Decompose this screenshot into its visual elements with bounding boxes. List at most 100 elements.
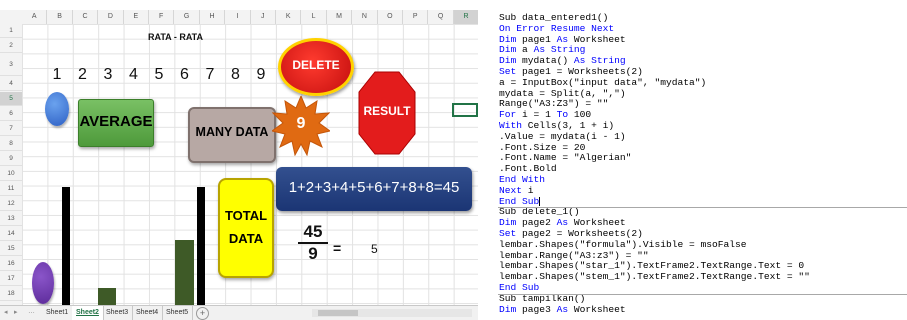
delete-button[interactable]: DELETE: [278, 38, 354, 96]
selected-cell[interactable]: [452, 103, 478, 117]
row-header[interactable]: 3: [0, 54, 22, 76]
code-keyword: Dim: [499, 55, 517, 67]
number-cell[interactable]: 4: [126, 66, 142, 84]
column-headers: ABCDEFGHIJKLMNOPQR: [0, 10, 478, 25]
many-data-button[interactable]: MANY DATA: [188, 107, 276, 163]
code-keyword: Dim: [499, 217, 517, 229]
column-header[interactable]: Q: [428, 10, 454, 24]
code-text: a = InputBox("input data", "mydata"): [499, 76, 707, 88]
row-header[interactable]: 13: [0, 212, 22, 226]
code-text: lembar.Shapes("star_1").TextFrame2.TextR…: [499, 260, 805, 272]
code-text: page1: [516, 33, 557, 45]
row-header[interactable]: 14: [0, 227, 22, 241]
row-header[interactable]: 9: [0, 152, 22, 166]
row-header[interactable]: 2: [0, 39, 22, 53]
excel-sheet-pane: ABCDEFGHIJKLMNOPQR 1 2 3 4 5 6 7 8 9 10 11 12 13 14 15…: [0, 0, 478, 320]
purple-oval: [32, 262, 54, 304]
code-text: page2: [516, 217, 557, 229]
column-header[interactable]: E: [124, 10, 149, 24]
bar-green-2: [175, 240, 194, 305]
number-cell[interactable]: 5: [151, 66, 167, 84]
tab-sheet4[interactable]: Sheet4: [132, 306, 164, 320]
row-header[interactable]: 1: [0, 24, 22, 38]
code-text: .Value = mydata(i - 1): [499, 130, 626, 142]
number-cell[interactable]: 2: [75, 66, 91, 84]
number-cell[interactable]: 1: [49, 66, 65, 84]
formula-box[interactable]: 1+2+3+4+5+6+7+8+8=45: [276, 167, 472, 211]
row-header[interactable]: 6: [0, 107, 22, 121]
code-keyword: As: [556, 217, 569, 229]
tab-sheet5[interactable]: Sheet5: [162, 306, 194, 320]
result-label: RESULT: [363, 104, 411, 118]
code-text: i: [522, 184, 534, 196]
tab-scroll-left-icon[interactable]: ◂: [4, 308, 8, 316]
code-keyword: End With: [499, 173, 546, 185]
row-header[interactable]: 4: [0, 77, 22, 91]
column-header[interactable]: J: [251, 10, 276, 24]
horizontal-scrollbar[interactable]: [312, 309, 472, 317]
average-button[interactable]: AVERAGE: [78, 99, 154, 147]
answer-value: 5: [371, 242, 378, 256]
row-header[interactable]: 16: [0, 257, 22, 271]
vba-code-pane[interactable]: Sub data_entered1() On Error Resume Next D…: [478, 0, 907, 320]
column-header[interactable]: H: [200, 10, 226, 24]
code-text: .Font.Size = 20: [499, 141, 586, 153]
code-line: End With: [499, 173, 810, 186]
column-header[interactable]: L: [301, 10, 327, 24]
number-cell[interactable]: 9: [253, 66, 269, 84]
bar-green-1: [98, 288, 116, 305]
column-header[interactable]: B: [47, 10, 73, 24]
row-header[interactable]: 18: [0, 287, 22, 301]
column-header[interactable]: D: [98, 10, 124, 24]
scrollbar-thumb[interactable]: [318, 310, 358, 316]
row-header[interactable]: 8: [0, 137, 22, 151]
row-header[interactable]: 10: [0, 167, 22, 181]
number-cell[interactable]: 3: [100, 66, 116, 84]
column-header[interactable]: O: [378, 10, 403, 24]
row-header[interactable]: 12: [0, 197, 22, 211]
column-header[interactable]: R: [453, 10, 478, 24]
row-header[interactable]: 15: [0, 242, 22, 256]
column-header[interactable]: K: [276, 10, 302, 24]
row-header[interactable]: 7: [0, 122, 22, 136]
tab-sheet1[interactable]: Sheet1: [42, 306, 74, 320]
code-lines[interactable]: Sub data_entered1() On Error Resume Next D…: [499, 12, 810, 316]
plus-circle-icon[interactable]: +: [196, 307, 209, 320]
code-text: page3: [516, 303, 557, 315]
tab-sheet2[interactable]: Sheet2: [72, 306, 104, 320]
star-burst[interactable]: 9: [270, 94, 332, 157]
blue-oval-button[interactable]: [45, 92, 69, 126]
code-text: Range("A3:Z3") = "": [499, 98, 609, 110]
column-header[interactable]: P: [403, 10, 429, 24]
tab-scroll-right-icon[interactable]: ▸: [14, 308, 18, 316]
column-header[interactable]: A: [22, 10, 48, 24]
tab-sheet3[interactable]: Sheet3: [102, 306, 134, 320]
column-header[interactable]: N: [352, 10, 378, 24]
total-data-label: TOTAL DATA: [220, 204, 272, 250]
average-label: AVERAGE: [79, 113, 153, 130]
number-cell[interactable]: 7: [202, 66, 218, 84]
total-data-button[interactable]: TOTAL DATA: [218, 178, 274, 278]
number-cell[interactable]: 6: [177, 66, 193, 84]
code-keyword: Dim: [499, 303, 517, 315]
code-line: Dim page3 As Worksheet: [499, 303, 810, 316]
column-header[interactable]: G: [174, 10, 200, 24]
fraction-numerator: 45: [298, 222, 328, 244]
code-keyword: To: [556, 109, 569, 121]
row-header[interactable]: 11: [0, 182, 22, 196]
result-button[interactable]: RESULT: [357, 70, 417, 156]
column-header[interactable]: F: [149, 10, 175, 24]
row-header[interactable]: 5: [0, 92, 22, 106]
column-header[interactable]: I: [225, 10, 251, 24]
code-text: 100: [568, 109, 592, 121]
procedure-divider: [498, 293, 907, 295]
row-header[interactable]: 17: [0, 272, 22, 286]
number-cell[interactable]: 8: [228, 66, 244, 84]
column-header[interactable]: M: [327, 10, 353, 24]
code-text: lembar.Shapes("stem_1").TextFrame2.TextR…: [499, 271, 810, 283]
code-text: page1 = Worksheets(2): [516, 65, 643, 77]
column-header[interactable]: C: [73, 10, 99, 24]
code-keyword: String: [591, 55, 626, 67]
tab-more-icon[interactable]: …: [28, 308, 35, 315]
delete-label: DELETE: [292, 58, 340, 72]
